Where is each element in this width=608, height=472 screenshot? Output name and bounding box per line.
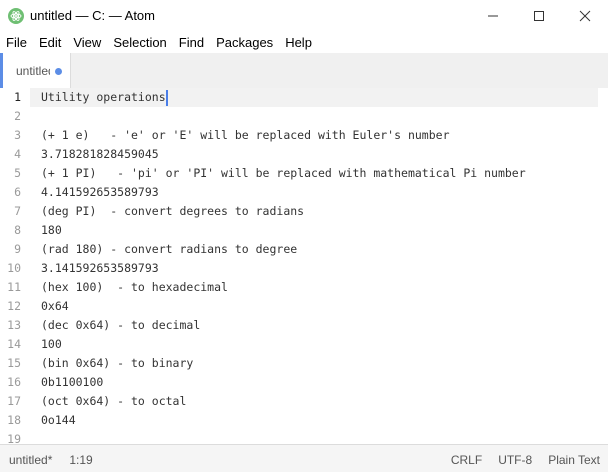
line-number[interactable]: 10 bbox=[0, 259, 30, 278]
tab-untitled[interactable]: untitled bbox=[0, 53, 71, 89]
code-line[interactable]: (+ 1 PI) - 'pi' or 'PI' will be replaced… bbox=[41, 164, 526, 183]
line-number[interactable]: 7 bbox=[0, 202, 30, 221]
line-number[interactable]: 1 bbox=[0, 88, 30, 107]
menu-selection[interactable]: Selection bbox=[107, 35, 172, 50]
line-number[interactable]: 3 bbox=[0, 126, 30, 145]
status-cursor-position[interactable]: 1:19 bbox=[69, 453, 92, 467]
code-line[interactable]: (deg PI) - convert degrees to radians bbox=[41, 202, 526, 221]
title-bar: untitled — C: — Atom bbox=[0, 0, 608, 31]
menu-view[interactable]: View bbox=[67, 35, 107, 50]
line-number-gutter[interactable]: 1 2 3 4 5 6 7 8 9 10 11 12 13 14 15 16 17 18 19 bbox=[0, 88, 30, 449]
line-number[interactable]: 9 bbox=[0, 240, 30, 259]
line-number[interactable]: 15 bbox=[0, 354, 30, 373]
menu-edit[interactable]: Edit bbox=[33, 35, 67, 50]
atom-app-icon bbox=[8, 7, 24, 24]
code-line[interactable]: 0b1100100 bbox=[41, 373, 526, 392]
code-line[interactable] bbox=[41, 107, 526, 126]
code-line[interactable]: 4.141592653589793 bbox=[41, 183, 526, 202]
line-number[interactable]: 2 bbox=[0, 107, 30, 126]
line-number[interactable]: 4 bbox=[0, 145, 30, 164]
line-number[interactable]: 18 bbox=[0, 411, 30, 430]
vertical-scrollbar[interactable] bbox=[598, 88, 608, 444]
menu-bar: File Edit View Selection Find Packages H… bbox=[0, 31, 608, 53]
text-cursor bbox=[166, 90, 168, 106]
close-button[interactable] bbox=[562, 0, 608, 31]
tab-label: untitled bbox=[16, 64, 50, 78]
menu-help[interactable]: Help bbox=[279, 35, 318, 50]
code-line[interactable]: Utility operations bbox=[41, 88, 526, 107]
tab-bar: untitled bbox=[0, 53, 608, 89]
line-number[interactable]: 14 bbox=[0, 335, 30, 354]
code-line[interactable]: (bin 0x64) - to binary bbox=[41, 354, 526, 373]
line-number[interactable]: 11 bbox=[0, 278, 30, 297]
menu-file[interactable]: File bbox=[0, 35, 33, 50]
code-line[interactable]: (oct 0x64) - to octal bbox=[41, 392, 526, 411]
code-line[interactable]: (+ 1 e) - 'e' or 'E' will be replaced wi… bbox=[41, 126, 526, 145]
close-icon bbox=[579, 10, 591, 21]
line-number[interactable]: 12 bbox=[0, 297, 30, 316]
line-number[interactable]: 5 bbox=[0, 164, 30, 183]
status-grammar[interactable]: Plain Text bbox=[548, 453, 600, 467]
line-number[interactable]: 17 bbox=[0, 392, 30, 411]
status-encoding[interactable]: UTF-8 bbox=[498, 453, 532, 467]
code-line[interactable]: (hex 100) - to hexadecimal bbox=[41, 278, 526, 297]
menu-packages[interactable]: Packages bbox=[210, 35, 279, 50]
code-line[interactable]: (dec 0x64) - to decimal bbox=[41, 316, 526, 335]
maximize-button[interactable] bbox=[516, 0, 562, 31]
active-tab-indicator bbox=[0, 53, 3, 89]
minimize-icon bbox=[488, 15, 498, 16]
code-line[interactable]: 0x64 bbox=[41, 297, 526, 316]
line-number[interactable]: 8 bbox=[0, 221, 30, 240]
status-file-name[interactable]: untitled* bbox=[9, 453, 52, 467]
line-number[interactable]: 16 bbox=[0, 373, 30, 392]
maximize-icon bbox=[534, 10, 544, 21]
code-line[interactable]: (rad 180) - convert radians to degree bbox=[41, 240, 526, 259]
code-line[interactable]: 3.718281828459045 bbox=[41, 145, 526, 164]
minimize-button[interactable] bbox=[470, 0, 516, 31]
editor-pane[interactable]: 1 2 3 4 5 6 7 8 9 10 11 12 13 14 15 16 17 18 19 Utility op… bbox=[0, 88, 608, 446]
code-line[interactable]: 100 bbox=[41, 335, 526, 354]
status-bar: untitled* 1:19 CRLF UTF-8 Plain Text bbox=[0, 444, 608, 472]
status-line-ending[interactable]: CRLF bbox=[451, 453, 482, 467]
line-number[interactable]: 13 bbox=[0, 316, 30, 335]
line-number[interactable]: 6 bbox=[0, 183, 30, 202]
code-line[interactable]: 180 bbox=[41, 221, 526, 240]
text-lines[interactable]: Utility operations (+ 1 e) - 'e' or 'E' w… bbox=[41, 88, 526, 449]
window-title: untitled — C: — Atom bbox=[30, 8, 155, 23]
menu-find[interactable]: Find bbox=[173, 35, 210, 50]
modified-indicator-icon[interactable] bbox=[55, 68, 62, 75]
code-line[interactable]: 0o144 bbox=[41, 411, 526, 430]
code-line[interactable]: 3.141592653589793 bbox=[41, 259, 526, 278]
